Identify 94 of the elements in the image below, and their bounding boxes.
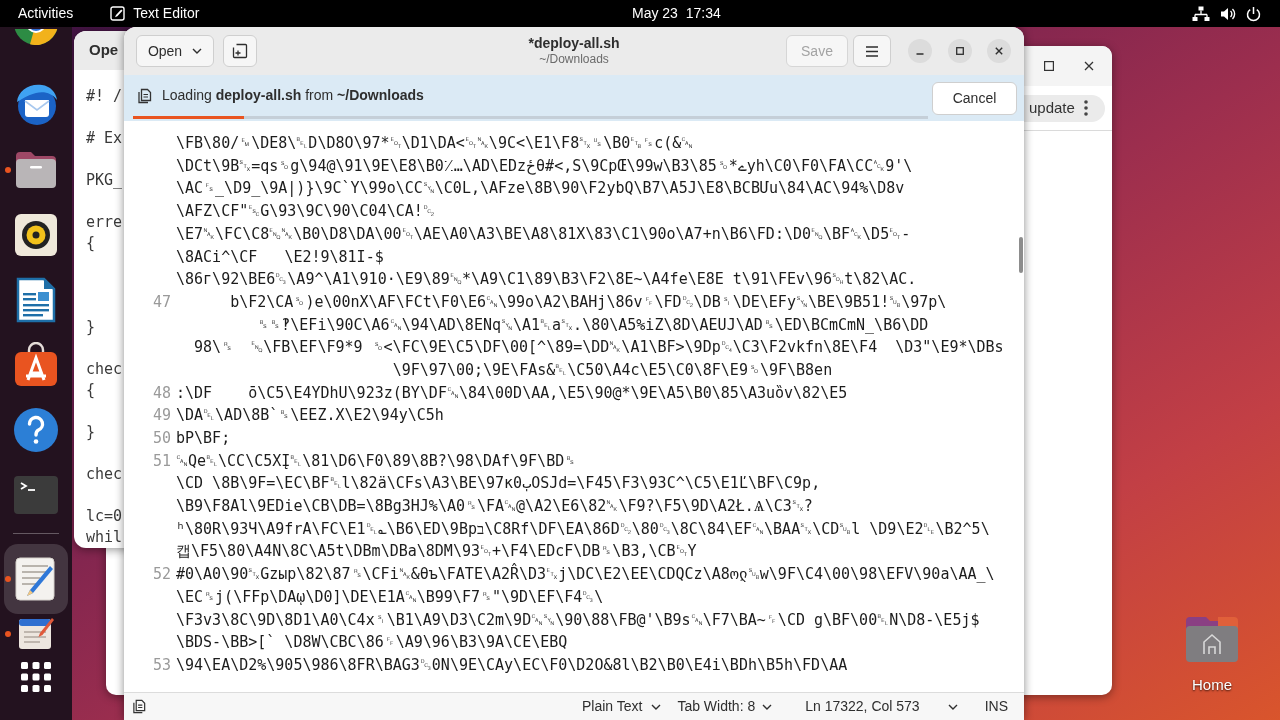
close-button[interactable] [987,39,1011,63]
code-text: \AC␜_\D9_\9A|)}\9C`Y\99o\CC␖\C0L,\AFze\8B\90\F2ybQ\B7\A5J\E8\BCBՄu\84\AC\94%\D8v [176,179,905,198]
window-title: *deploy-all.sh [528,35,620,52]
menu-icon [865,45,879,57]
window-subtitle: ~/Downloads [539,52,609,67]
window-title: Ope [89,40,119,61]
folder-icon [13,149,59,190]
app-grid-icon [20,661,52,693]
code-text: 98\␞ ␅\FB\EF\F9*9 ␎<\FC\9E\C5\DF\00[^\89=\DD␕\A1\BF>\9Dp␔\C3\F2vkfn\8E\F4 \D3"\E9*\DBs [194,338,1004,357]
desktop-icon-label[interactable]: Home [1192,674,1232,697]
code-line: PKG_ [86,170,123,191]
code-line: } [86,422,96,443]
cancel-button[interactable]: Cancel [932,81,1017,115]
code-text: \CD \8B\9F=\EC\BF␇l\82ä\CFs\A3\BE\97ĸ0ٻOSJd=\F45\F3\93C^\C5\E1Ľ\BF\C9p, [176,474,821,493]
notebook-pencil-icon [16,617,56,651]
tab-width-dropdown[interactable]: Tab Width: 8 [677,696,773,717]
language-dropdown[interactable]: Plain Text [581,696,662,717]
code-text: \FB\80/␙\DE8\␇D\D8O\97*␄\D1\DA<␄␕\9C<\E1\F8␂␟\B0␗␜c(&␘ [176,134,694,153]
minimize-button[interactable] [908,39,932,63]
code-line: # Ex [86,128,123,149]
loading-message: Loading deploy-all.sh from ~/Downloads [162,86,424,105]
code-text: \B9\F8Al\9EDie\CB\DB=\8Bg3HJ%\A0␞\FA␘@\A2\E6\82␕\F9?\F5\9D\A2Ł.Ѧ\C3␂? [176,497,813,516]
code-text: \AFZ\CF"␛G\93\9C\90\C04\CA!␒ [176,202,435,221]
speaker-icon [14,212,58,257]
menu-button[interactable] [853,35,891,67]
cursor-position-dropdown[interactable]: Ln 17322, Col 573 [805,696,958,717]
code-text: b\F2\CA␎)e\00nX\AF\FCt\F0\E6␘\99o\A2\BAHj\86v␌\FD␒\DB␏\DE\EFy␖\BE\9B51!␚\97p\ [230,292,947,311]
code-text: \86г\92\BE6␓\A9^\A1\910·\E9\89␅*\A9\C1\89\B3\F2\8E~\A4fe\E8E t\91\FEv\96␁t\82\AC. [176,270,917,289]
activities-button[interactable]: Activities [18,3,74,24]
scrollbar-thumb[interactable] [1019,237,1023,273]
code-text: ʰ\80R\93Ч\A9frA\FC\E1␡؎\B6\ED\9Bpב\C8Rf\DF\EA\86D␒\80␓\8C\84\EF␘\BAA␂\CD␚l \D9\E2␐\B2^5\ [176,519,990,538]
code-line: whil [86,527,123,548]
volume-icon [1220,5,1236,22]
code-line: { [86,233,96,254]
maximize-icon [956,47,964,55]
code-line: #! / [86,86,123,107]
code-text: \EC␞j(\FFp\DAῳ\D0]\DE\E1A␘\B99\F7␞"\9D\EF\F4␓\ [176,587,604,606]
code-text: \DA␡\AD\8B`␈\EEZ.X\E2\94y\C5h [176,406,444,425]
line-number: 51 [152,450,171,472]
caret-icon [192,48,203,54]
new-tab-icon [232,43,248,59]
code-text: #0\A0\90␂Gzыр\82\87␞\CFi␕&θъ\FATE\A2R̂\D3␃j\DC\E2\EE\CDQCz\A8ოლ␚w\9F\C4\00\98\EFV\90a\AA_\ [176,565,995,584]
code-line: } [86,317,96,338]
power-icon [1246,5,1261,22]
line-number: 47 [152,291,171,313]
code-text: \DCt\9B␂=qs␎g\94@\91\9E\E8\B0⁒…\AD\EDzځθ#<,S\9CpŒ\99w\B3\85␎*ےyh\C0\F0\FA\CC␆9'\ [176,156,913,175]
documents-icon [137,87,153,104]
maximize-icon [1044,61,1054,71]
line-number: 49 [152,405,171,427]
code-text: ␘Qe␇\CC\C5XĮ␇\81\D6\F0\89\8B?\98\DAf\9F\BD␈ [176,451,577,470]
line-number: 48 [152,382,171,404]
code-line: { [86,380,96,401]
system-menu-button[interactable] [1192,5,1261,22]
caret-icon [651,703,662,710]
clock[interactable]: May 23 17:34 [632,3,721,24]
home-folder-icon[interactable] [1184,614,1240,664]
code-text: \E7␕\FC\C8␅␕\B0\D8\DA\00␄\AE\A0\A3\BE\A8\81X\83\C1\90o\A7+n\B6\FD:\D0␅\BF␆\D5␄- [176,224,911,243]
code-text: ␈␈‽\EFi\90C\A6␘\94\AD\8ENq␖\A1␇a␂.\80\A5%iZ\8D\AEUJ\AD␈\ED\BCmCmN_\B6\DD [257,315,929,334]
close-icon [995,47,1003,55]
line-number: 50 [152,428,171,450]
line-number: 52 [152,564,171,586]
app-menu[interactable]: Text Editor [110,3,200,24]
open-button[interactable]: Open [136,35,214,67]
terminal-icon [13,474,59,515]
notepad-pencil-icon [110,6,126,21]
document-icon [15,275,57,324]
code-line: lc=0 [86,506,123,527]
close-icon [1084,61,1094,71]
dock-item[interactable] [4,544,68,614]
round-logo-icon [14,29,58,45]
code-text: \8ACi^\CF \E2!9\81I-$ [176,247,384,266]
code-line: chec [86,464,123,485]
line-number: 53 [152,654,171,676]
code-line: erre [86,212,123,233]
maximize-button[interactable] [948,39,972,63]
help-icon [13,406,59,453]
shopping-bag-icon [13,341,59,388]
update-button[interactable]: update [1024,94,1105,122]
code-text: \F3v3\8C\9D\8D1\A0\C4x␏\B1\A9\D3\C2m\9D␘␖\90\88\FB@'\B9s␘\F7\BA~␌\CD g\BF\00␇N\D8-\E5j$ [176,610,980,629]
code-text: \BDS-\BB>[` \D8W\CBC\86␌\A9\96\B3\9A\CE\EBQ [176,633,568,652]
code-text: \9F\97\00;\9E\FAs&␇\C50\A4c\E5\C0\8F\E9␎\9F\B8en [392,360,833,379]
new-tab-button[interactable] [223,35,257,67]
code-text: bP\BF; [176,429,231,448]
code-line: chec [86,359,123,380]
code-text: :\DF ō\C5\E4YDhU\923z(BY\DF␘\84\00D\AA,\E5\90@*\9E\A5\B0\85\A3uȍv\82\E5 [176,383,848,402]
insert-mode-label: INS [984,697,1008,716]
code-text: 캡\F5\80\A4N\8C\A5t\DBm\DBa\8DM\93␄+\F4\EDcF\DB␞\B3,\CB␄Y [176,542,697,561]
more-icon [1083,100,1088,116]
caret-icon [947,703,958,710]
network-icon [1192,5,1210,22]
code-text: \94\EA\D2%\905\986\8FR\BAG3␓0N\9E\CAy\EC\F0\D2O&8l\B2\B0\E4i\BDh\B5h\FD\AA [176,655,848,674]
documents-icon [132,699,147,714]
caret-icon [762,703,773,710]
notepad-pencil-icon [14,556,58,602]
